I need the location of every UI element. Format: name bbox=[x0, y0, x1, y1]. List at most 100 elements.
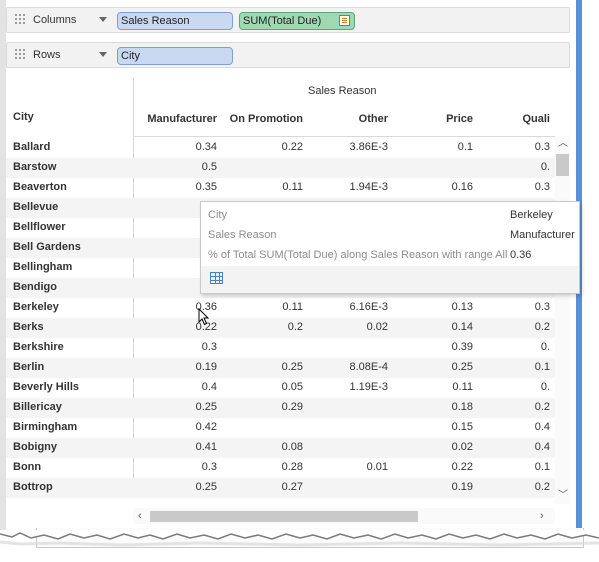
table-row[interactable]: Bottrop 0.25 0.27 0.19 0.2 bbox=[6, 478, 555, 498]
table-cell[interactable]: 0.2 bbox=[473, 321, 550, 333]
sales-reason-pill[interactable]: Sales Reason bbox=[117, 12, 233, 30]
table-row[interactable]: Berkshire 0.3 0.39 0. bbox=[6, 338, 555, 358]
table-row[interactable]: Berlin 0.19 0.25 8.08E-4 0.25 0.1 bbox=[6, 358, 555, 378]
table-row[interactable]: Ballard 0.34 0.22 3.86E-3 0.1 0.3 bbox=[6, 138, 555, 158]
table-row[interactable]: Barstow 0.5 0. bbox=[6, 158, 555, 178]
scrollbar-thumb[interactable] bbox=[556, 154, 569, 176]
rows-shelf[interactable]: Rows City bbox=[6, 42, 570, 68]
table-cell[interactable]: 6.16E-3 bbox=[303, 301, 388, 313]
row-city-label[interactable]: Barstow bbox=[13, 161, 56, 173]
row-city-label[interactable]: Berlin bbox=[13, 361, 44, 373]
row-city-label[interactable]: Bellingham bbox=[13, 261, 72, 273]
table-cell[interactable]: 0.19 bbox=[388, 481, 473, 493]
chevron-down-icon[interactable]: ﹀ bbox=[558, 491, 568, 501]
row-city-label[interactable]: Beverly Hills bbox=[13, 381, 79, 393]
table-cell[interactable]: 0.35 bbox=[134, 181, 217, 193]
table-cell[interactable]: 0.15 bbox=[388, 421, 473, 433]
table-cell[interactable]: 0.1 bbox=[473, 461, 550, 473]
row-city-label[interactable]: Bottrop bbox=[13, 481, 53, 493]
table-cell[interactable]: 0.3 bbox=[473, 141, 550, 153]
table-row[interactable]: Bobigny 0.41 0.08 0.02 0.4 bbox=[6, 438, 555, 458]
horizontal-scrollbar[interactable]: ‹ › bbox=[133, 508, 555, 524]
table-row[interactable]: Billericay 0.25 0.29 0.18 0.2 bbox=[6, 398, 555, 418]
table-cell[interactable]: 0.25 bbox=[134, 401, 217, 413]
table-cell[interactable]: 0.11 bbox=[217, 301, 303, 313]
table-cell[interactable]: 0.16 bbox=[388, 181, 473, 193]
table-cell[interactable]: 0.18 bbox=[388, 401, 473, 413]
chevron-left-icon[interactable]: ‹ bbox=[138, 510, 142, 522]
table-row[interactable]: Birmingham 0.42 0.15 0.4 bbox=[6, 418, 555, 438]
column-header[interactable]: On Promotion bbox=[217, 113, 303, 125]
column-header[interactable]: Quali bbox=[473, 113, 550, 125]
row-city-label[interactable]: Berkshire bbox=[13, 341, 64, 353]
table-cell[interactable]: 0.1 bbox=[473, 361, 550, 373]
row-city-label[interactable]: Bellevue bbox=[13, 201, 58, 213]
row-city-label[interactable]: Birmingham bbox=[13, 421, 77, 433]
row-city-label[interactable]: Berkeley bbox=[13, 301, 59, 313]
table-cell[interactable]: 0.19 bbox=[134, 361, 217, 373]
column-group-header[interactable]: Sales Reason bbox=[308, 85, 377, 97]
table-row[interactable]: Berkeley 0.36 0.11 6.16E-3 0.13 0.3 bbox=[6, 298, 555, 318]
table-cell[interactable]: 0.02 bbox=[303, 321, 388, 333]
scrollbar-thumb[interactable] bbox=[150, 511, 418, 522]
table-cell[interactable]: 0.4 bbox=[473, 421, 550, 433]
chevron-right-icon[interactable]: › bbox=[540, 510, 544, 522]
table-cell[interactable]: 0.28 bbox=[217, 461, 303, 473]
table-cell[interactable]: 0.2 bbox=[473, 401, 550, 413]
table-cell[interactable]: 0.14 bbox=[388, 321, 473, 333]
row-city-label[interactable]: Beaverton bbox=[13, 181, 67, 193]
column-header[interactable]: Manufacturer bbox=[134, 113, 217, 125]
table-row[interactable]: Bonn 0.3 0.28 0.01 0.22 0.1 bbox=[6, 458, 555, 478]
table-cell[interactable]: 0.25 bbox=[217, 361, 303, 373]
table-cell[interactable]: 0.34 bbox=[134, 141, 217, 153]
table-cell[interactable]: 1.19E-3 bbox=[303, 381, 388, 393]
row-city-label[interactable]: Berks bbox=[13, 321, 44, 333]
table-cell[interactable]: 0.13 bbox=[388, 301, 473, 313]
table-cell[interactable]: 0.11 bbox=[388, 381, 473, 393]
table-cell[interactable]: 0.25 bbox=[134, 481, 217, 493]
table-row[interactable]: Beverly Hills 0.4 0.05 1.19E-3 0.11 0. bbox=[6, 378, 555, 398]
table-cell[interactable]: 3.86E-3 bbox=[303, 141, 388, 153]
view-data-table-icon[interactable] bbox=[210, 272, 223, 284]
table-cell[interactable]: 0.3 bbox=[473, 301, 550, 313]
table-cell[interactable]: 0.3 bbox=[473, 181, 550, 193]
table-cell[interactable]: 0.3 bbox=[134, 461, 217, 473]
row-city-label[interactable]: Bobigny bbox=[13, 441, 57, 453]
table-cell[interactable]: 0.27 bbox=[217, 481, 303, 493]
table-cell[interactable]: 0.22 bbox=[388, 461, 473, 473]
chevron-down-icon[interactable] bbox=[99, 52, 107, 57]
table-cell[interactable]: 8.08E-4 bbox=[303, 361, 388, 373]
chevron-up-icon[interactable]: ︿ bbox=[558, 139, 568, 149]
row-city-label[interactable]: Bellflower bbox=[13, 221, 66, 233]
table-cell[interactable]: 0.1 bbox=[388, 141, 473, 153]
row-city-label[interactable]: Billericay bbox=[13, 401, 62, 413]
table-cell[interactable]: 0.2 bbox=[217, 321, 303, 333]
row-city-label[interactable]: Bell Gardens bbox=[13, 241, 81, 253]
table-cell[interactable]: 0.01 bbox=[303, 461, 388, 473]
columns-shelf[interactable]: Columns Sales Reason SUM(Total Due) bbox=[6, 7, 570, 33]
row-city-label[interactable]: Ballard bbox=[13, 141, 50, 153]
table-cell[interactable]: 0.41 bbox=[134, 441, 217, 453]
table-cell[interactable]: 0.4 bbox=[134, 381, 217, 393]
table-cell[interactable]: 0. bbox=[473, 161, 550, 173]
table-cell[interactable]: 1.94E-3 bbox=[303, 181, 388, 193]
vertical-scrollbar[interactable]: ︿ ﹀ bbox=[555, 136, 570, 504]
table-cell[interactable]: 0.29 bbox=[217, 401, 303, 413]
table-cell[interactable]: 0. bbox=[473, 341, 550, 353]
table-cell[interactable]: 0.08 bbox=[217, 441, 303, 453]
table-row[interactable]: Berks 0.22 0.2 0.02 0.14 0.2 bbox=[6, 318, 555, 338]
table-cell[interactable]: 0.11 bbox=[217, 181, 303, 193]
chevron-down-icon[interactable] bbox=[99, 17, 107, 22]
table-cell[interactable]: 0.4 bbox=[473, 441, 550, 453]
sum-total-due-pill[interactable]: SUM(Total Due) bbox=[239, 12, 355, 30]
row-header-city[interactable]: City bbox=[13, 111, 34, 123]
table-cell[interactable]: 0.3 bbox=[134, 341, 217, 353]
column-header[interactable]: Other bbox=[303, 113, 388, 125]
table-cell[interactable]: 0. bbox=[473, 381, 550, 393]
table-cell[interactable]: 0.2 bbox=[473, 481, 550, 493]
table-cell[interactable]: 0.02 bbox=[388, 441, 473, 453]
table-cell[interactable]: 0.42 bbox=[134, 421, 217, 433]
table-cell[interactable]: 0.25 bbox=[388, 361, 473, 373]
column-header[interactable]: Price bbox=[388, 113, 473, 125]
table-cell[interactable]: 0.22 bbox=[217, 141, 303, 153]
